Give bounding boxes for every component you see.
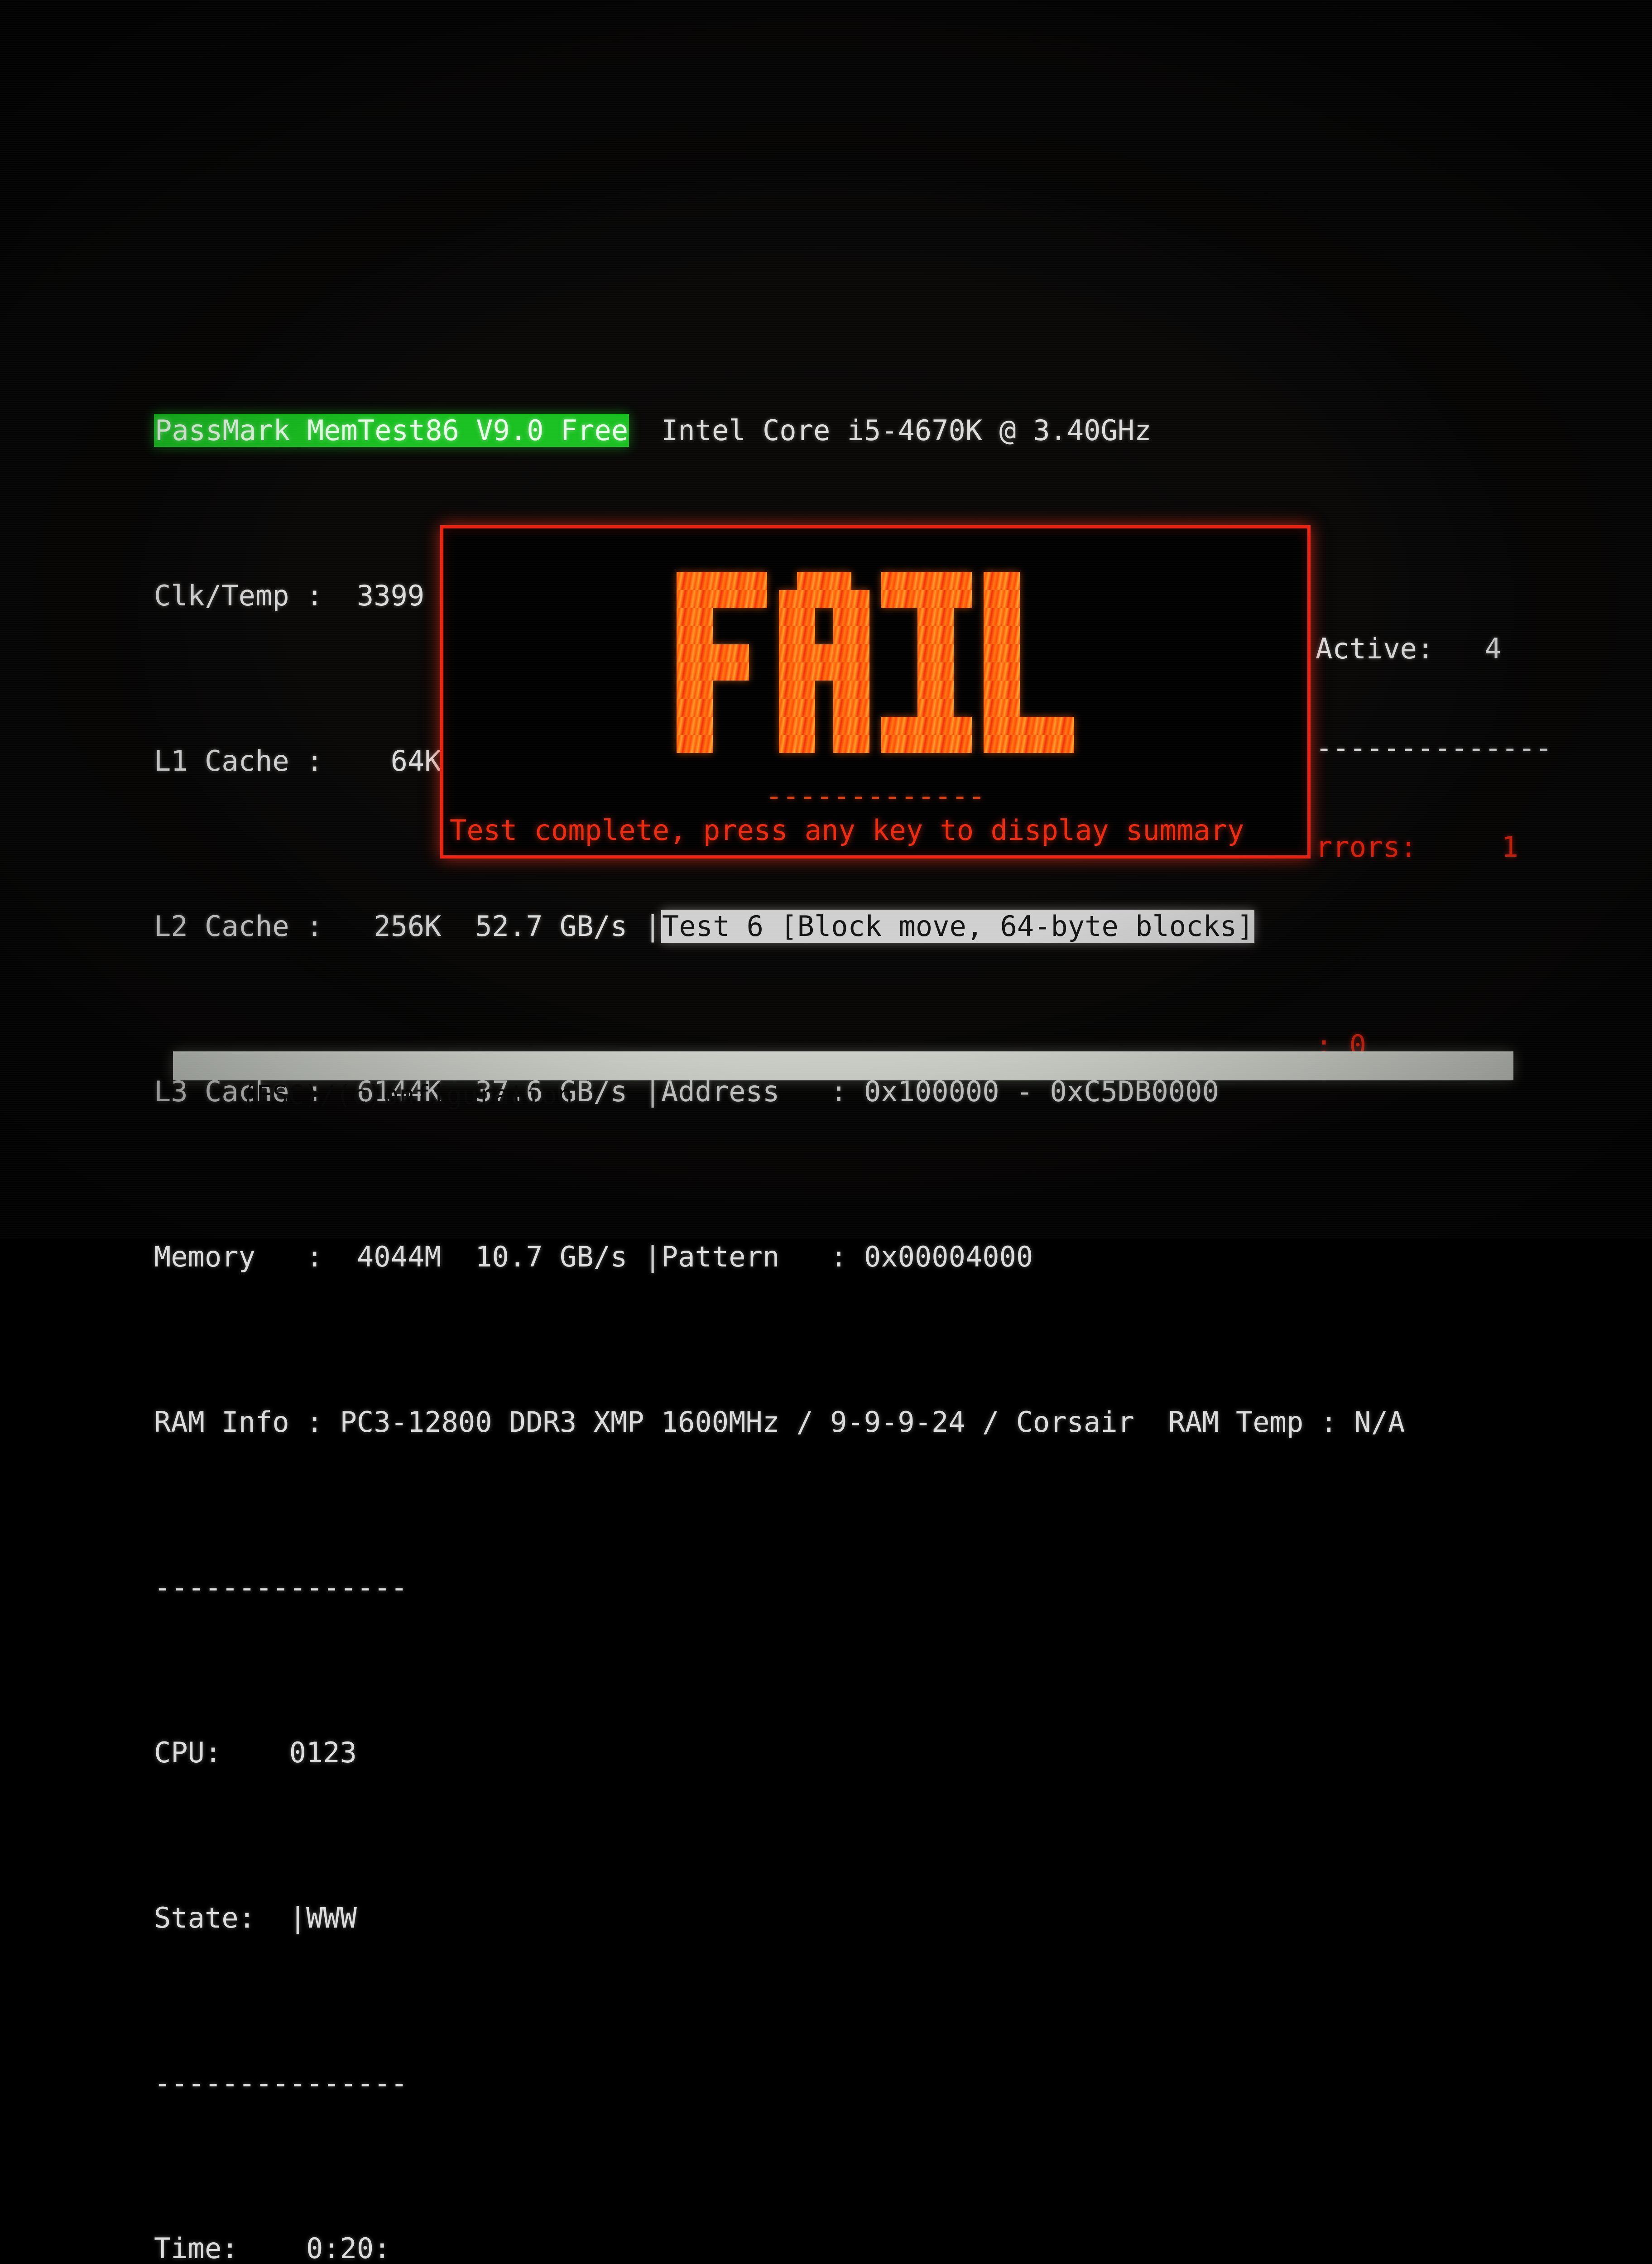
separator-row-top: --------------- — [154, 1571, 1574, 1604]
raminfo-label: RAM Info : — [154, 1405, 323, 1439]
active-row: Active: 4 — [1316, 632, 1552, 665]
separator-row-mid: --------------- — [154, 2067, 1574, 2100]
cpu-gap — [221, 1736, 289, 1769]
fail-glyph-letter — [677, 572, 767, 753]
errors-row: rrors: 1 — [1316, 830, 1552, 863]
state-gap — [255, 1901, 289, 1934]
blank-row-right — [1316, 930, 1552, 963]
fail-glyph-letter — [881, 572, 972, 753]
column-divider: | — [627, 1240, 661, 1273]
ramtemp-gap2 — [1337, 1405, 1354, 1439]
raminfo-gap — [323, 1405, 340, 1439]
fail-glyph-letter — [779, 572, 869, 753]
active-gap — [1434, 632, 1484, 665]
separator-right: -------------- — [1316, 731, 1552, 764]
ramtemp-label: RAM Temp : — [1168, 1405, 1337, 1439]
raminfo-value: PC3-12800 DDR3 XMP 1600MHz / 9-9-9-24 / … — [340, 1405, 1134, 1439]
app-title: PassMark MemTest86 V9.0 Free — [154, 414, 629, 447]
time-row: Time: 0:20: — [154, 2232, 1574, 2264]
cpu-line: CPU: 0123 — [154, 1736, 357, 1769]
state-label: State: — [154, 1901, 255, 1934]
memory-value: 4044M 10.7 GB/s — [323, 1240, 627, 1273]
separator-left-mid: --------------- — [154, 2067, 408, 2100]
memory-line: Memory : 4044M 10.7 GB/s | — [154, 1240, 661, 1273]
info-row-memory: Memory : 4044M 10.7 GB/s | Pattern : 0x0… — [154, 1240, 1574, 1273]
cpu-row: CPU: 0123 — [154, 1736, 1574, 1769]
time-label: Time: — [154, 2232, 239, 2264]
fail-dialog: ------------- Test complete, press any k… — [440, 525, 1311, 859]
statusbar-text[interactable]: (ESC)/(c)onfiguration — [241, 1079, 573, 1110]
memory-label: Memory : — [154, 1240, 323, 1273]
errors-gap — [1417, 830, 1502, 863]
time-value: 0:20: — [306, 2232, 391, 2264]
info-row-raminfo: RAM Info : PC3-12800 DDR3 XMP 1600MHz / … — [154, 1405, 1574, 1439]
l1-label: L1 Cache : — [154, 744, 323, 777]
status-bar[interactable]: (ESC)/(c)onfiguration — [173, 1051, 1513, 1080]
cpu-label: CPU: — [154, 1736, 221, 1769]
ramtemp-value: N/A — [1354, 1405, 1405, 1439]
l2-value: 256K 52.7 GB/s — [323, 910, 627, 943]
raminfo-line: RAM Info : PC3-12800 DDR3 XMP 1600MHz / … — [154, 1405, 1405, 1439]
errors-label: rrors: — [1316, 830, 1417, 863]
pattern-gap — [847, 1240, 864, 1273]
active-value: 4 — [1484, 632, 1501, 665]
ramtemp-gap — [1134, 1405, 1168, 1439]
fail-separator: ------------- — [765, 782, 985, 810]
errors-value: 1 — [1502, 830, 1518, 863]
clktemp-label: Clk/Temp : — [154, 579, 323, 612]
memtest-screen: PassMark MemTest86 V9.0 Free Intel Core … — [0, 0, 1652, 1239]
header-row: PassMark MemTest86 V9.0 Free Intel Core … — [154, 414, 1574, 447]
separator-left-top: --------------- — [154, 1571, 408, 1604]
active-label: Active: — [1316, 632, 1434, 665]
state-row: State: |WWW — [154, 1901, 1574, 1934]
cpu-model: Intel Core i5-4670K @ 3.40GHz — [661, 414, 1152, 447]
fail-message: Test complete, press any key to display … — [450, 816, 1244, 844]
column-divider: | — [627, 910, 661, 943]
cpu-value: 0123 — [289, 1736, 357, 1769]
state-value: |WWW — [289, 1901, 357, 1934]
time-line: Time: 0:20: — [154, 2232, 391, 2264]
separator-row-right: -------------- — [1316, 731, 1552, 764]
fail-glyph-letter — [984, 572, 1074, 753]
current-test-banner: Test 6 [Block move, 64-byte blocks] — [661, 910, 1254, 943]
pattern-label: Pattern : — [661, 1240, 847, 1273]
time-gap — [239, 2232, 306, 2264]
pattern-value: 0x00004000 — [864, 1240, 1033, 1273]
state-line: State: |WWW — [154, 1901, 357, 1934]
fail-glyph — [677, 572, 1074, 753]
right-status-column: Active: 4 -------------- rrors: 1 : 0 — [1316, 566, 1552, 1128]
pattern-line: Pattern : 0x00004000 — [661, 1240, 1033, 1273]
l2-line: L2 Cache : 256K 52.7 GB/s | — [154, 910, 661, 943]
l2-label: L2 Cache : — [154, 910, 323, 943]
